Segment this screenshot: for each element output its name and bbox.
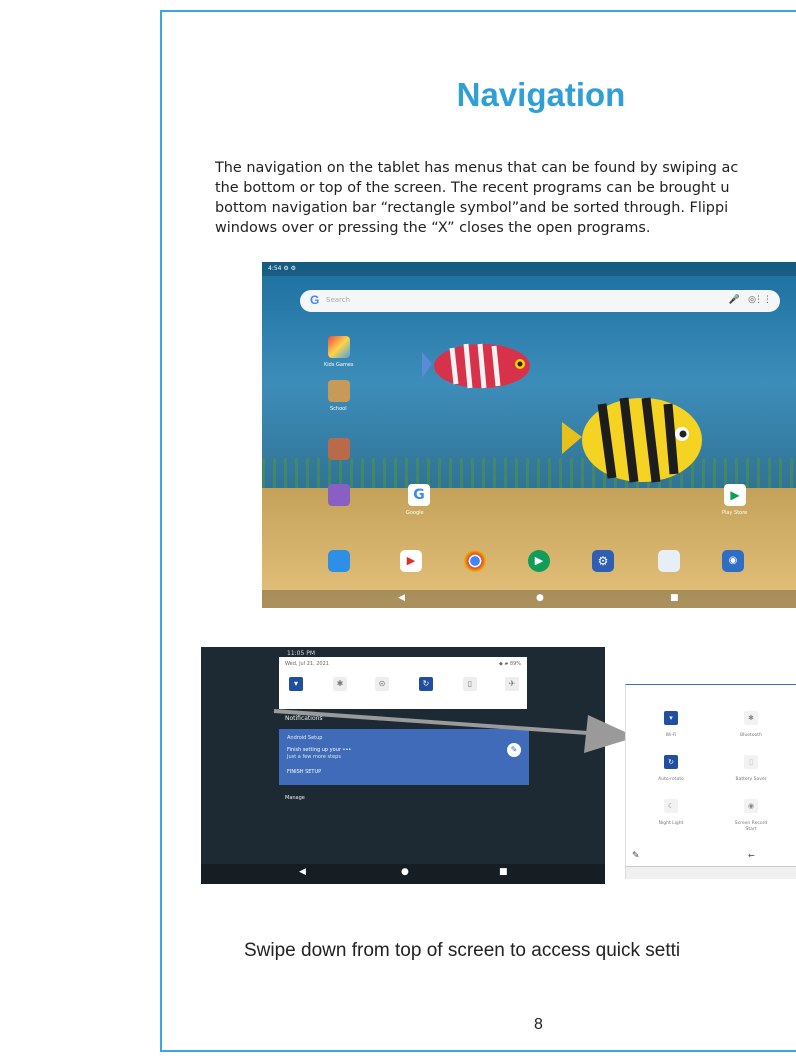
- edit-icon[interactable]: ✎: [632, 851, 640, 861]
- play-store-icon[interactable]: ▶: [724, 484, 746, 506]
- red-fish-illustration: [422, 343, 530, 389]
- battery-saver-tile[interactable]: ▯: [744, 755, 758, 769]
- mic-icon[interactable]: 🎤: [729, 295, 740, 305]
- back-button[interactable]: ◀: [398, 593, 405, 603]
- play-icon[interactable]: ▶: [528, 550, 550, 572]
- back-button[interactable]: ◀: [299, 867, 306, 877]
- paragraph-line: The navigation on the tablet has menus t…: [215, 160, 739, 176]
- gallery-icon[interactable]: [658, 550, 680, 572]
- app-label: Google: [406, 510, 424, 516]
- rotate-tile[interactable]: ↻: [419, 677, 433, 691]
- yellow-fish-illustration: [562, 397, 702, 483]
- google-app-icon[interactable]: G: [408, 484, 430, 506]
- recent-apps-button[interactable]: ■: [670, 593, 679, 603]
- settings-icon[interactable]: ⚙: [592, 550, 614, 572]
- school-folder-icon[interactable]: [328, 380, 350, 402]
- status-time: 11:05 PM: [287, 650, 315, 657]
- dnd-tile[interactable]: ⊝: [375, 677, 389, 691]
- paragraph-line: the bottom or top of the screen. The rec…: [215, 180, 730, 196]
- kids-games-icon[interactable]: [328, 336, 350, 358]
- paragraph-line: windows over or pressing the “X” closes …: [215, 220, 651, 236]
- recent-apps-button[interactable]: ■: [499, 867, 508, 877]
- tile-label: Screen Record: [734, 821, 768, 826]
- paragraph-line: bottom navigation bar “rectangle symbol”…: [215, 200, 729, 216]
- app-dock: ▶ ▶ ⚙ ◉: [318, 550, 778, 578]
- tile-label: Battery Saver: [735, 777, 767, 782]
- status-time: 4:54: [268, 265, 282, 272]
- collapse-icon[interactable]: ←: [748, 851, 755, 860]
- expanded-settings-screenshot: ▾ Wi-Fi ✱ Bluetooth ↻ Auto-rotate ▯ Batt…: [625, 684, 796, 879]
- navigation-bar: ◀ ● ■: [201, 864, 605, 884]
- files-icon[interactable]: [328, 550, 350, 572]
- search-placeholder: Search: [326, 296, 351, 304]
- tile-label: Night Light: [658, 821, 684, 826]
- manage-button[interactable]: Manage: [285, 795, 305, 801]
- chrome-icon[interactable]: [464, 550, 486, 572]
- folder-icon[interactable]: [328, 484, 350, 506]
- status-bar: 4:54 ⚙ ⚙: [262, 262, 796, 276]
- app-label: Kids Games: [324, 362, 354, 368]
- home-screen-screenshot: 4:54 ⚙ ⚙ G Search 🎤 ◎ ⋮⋮ Kids Games Scho…: [262, 262, 796, 608]
- pointer-arrow: [273, 709, 636, 753]
- finish-setup-button[interactable]: FINISH SETUP: [287, 769, 321, 775]
- bluetooth-tile[interactable]: ✱: [333, 677, 347, 691]
- tile-sublabel: Start: [745, 827, 757, 832]
- youtube-icon[interactable]: ▶: [400, 550, 422, 572]
- navigation-bar: ◀ ● ■: [262, 590, 796, 608]
- app-label: School: [330, 406, 347, 412]
- tile-label: Auto-rotate: [658, 777, 684, 782]
- search-bar[interactable]: G Search 🎤 ◎ ⋮⋮: [300, 290, 780, 312]
- app-label: Play Store: [722, 510, 748, 516]
- apps-icon[interactable]: ⋮⋮: [754, 295, 772, 305]
- night-light-tile[interactable]: ☾: [664, 799, 678, 813]
- intro-paragraph: The navigation on the tablet has menus t…: [215, 158, 796, 238]
- home-button[interactable]: ●: [536, 593, 544, 603]
- date-label: Wed, Jul 21, 2021: [285, 661, 329, 667]
- quick-settings-panel: Wed, Jul 21, 2021 ◆ ▰ 89% ▾ ✱ ⊝ ↻ ▯ ✈: [279, 657, 527, 709]
- settings-footer: [626, 866, 796, 879]
- wifi-tile[interactable]: ▾: [289, 677, 303, 691]
- page-title: Navigation: [456, 76, 626, 113]
- screen-record-tile[interactable]: ◉: [744, 799, 758, 813]
- page-number: 8: [534, 1016, 543, 1033]
- folder-icon[interactable]: [328, 438, 350, 460]
- tile-label: Wi-Fi: [665, 733, 677, 738]
- bluetooth-tile[interactable]: ✱: [744, 711, 758, 725]
- camera-icon[interactable]: ◉: [722, 550, 744, 572]
- battery-status: ◆ ▰ 89%: [499, 661, 521, 667]
- quick-panel-screenshot: 11:05 PM Wed, Jul 21, 2021 ◆ ▰ 89% ▾ ✱ ⊝…: [201, 647, 605, 884]
- auto-rotate-tile[interactable]: ↻: [664, 755, 678, 769]
- airplane-tile[interactable]: ✈: [505, 677, 519, 691]
- google-logo: G: [310, 293, 320, 307]
- tile-label: Bluetooth: [740, 733, 762, 738]
- battery-saver-tile[interactable]: ▯: [463, 677, 477, 691]
- home-button[interactable]: ●: [401, 867, 409, 877]
- caption: Swipe down from top of screen to access …: [244, 940, 681, 961]
- wifi-tile[interactable]: ▾: [664, 711, 678, 725]
